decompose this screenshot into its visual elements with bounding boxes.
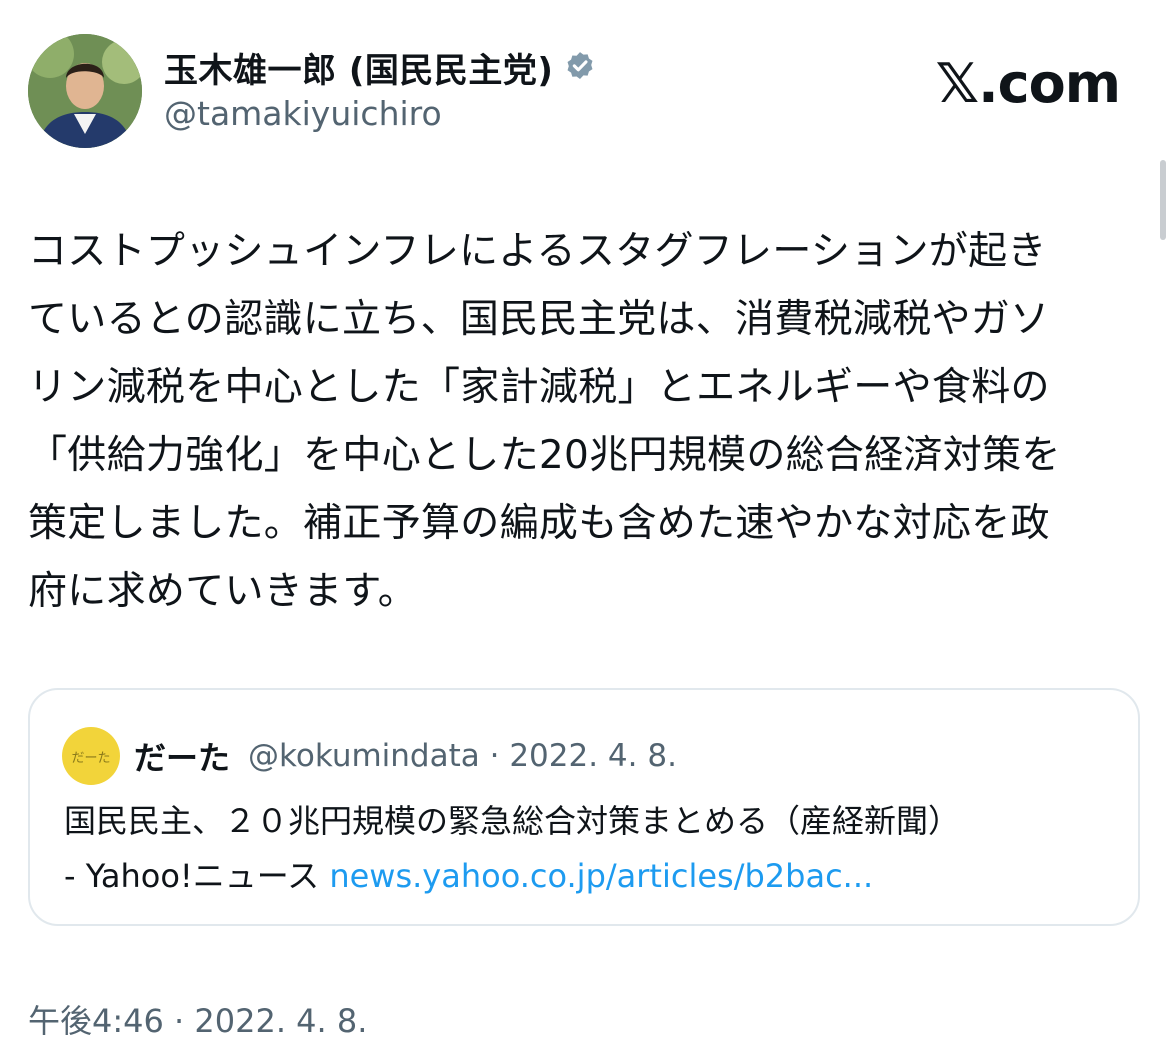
display-name-row: 玉木雄一郎 (国民民主党) — [164, 42, 597, 92]
avatar[interactable] — [28, 34, 142, 148]
quoted-news-link[interactable]: news.yahoo.co.jp/articles/b2bac... — [329, 857, 873, 895]
display-name[interactable]: 玉木雄一郎 (国民民主党) — [164, 43, 553, 92]
quoted-avatar: だーた — [62, 727, 120, 785]
verified-badge-icon — [563, 50, 597, 84]
quoted-display-name: だーた — [134, 739, 231, 777]
tweet-header: 玉木雄一郎 (国民民主党) @tamakiyuichiro 𝕏.com — [28, 34, 1138, 150]
quoted-avatar-label: だーた — [71, 750, 111, 766]
author-names: 玉木雄一郎 (国民民主党) @tamakiyuichiro — [164, 42, 597, 133]
scrollbar[interactable] — [1160, 160, 1166, 240]
author-handle[interactable]: @tamakiyuichiro — [164, 94, 597, 133]
quoted-text-prefix: - Yahoo!ニュース — [64, 857, 330, 895]
tweet-text: コストプッシュインフレによるスタグフレーションが起き ているとの認識に立ち、国民… — [28, 229, 1061, 614]
quoted-tweet-card[interactable]: だーた だーた @kokumindata · 2022. 4. 8. 国民民主、… — [28, 688, 1140, 926]
quoted-text-line1: 国民民主、２０兆円規模の緊急総合対策まとめる（産経新聞） — [64, 802, 961, 840]
quoted-tweet-text: 国民民主、２０兆円規模の緊急総合対策まとめる（産経新聞） - Yahoo!ニュー… — [64, 794, 1114, 904]
quoted-text-line2: - Yahoo!ニュース news.yahoo.co.jp/articles/b… — [64, 849, 1114, 904]
avatar-photo-icon — [28, 34, 142, 148]
tweet-timestamp[interactable]: 午後4:46 · 2022. 4. 8. — [28, 996, 367, 1042]
quoted-meta: @kokumindata · 2022. 4. 8. — [248, 738, 677, 774]
x-brand-logo: 𝕏.com — [935, 52, 1121, 115]
quoted-tweet-header: だーた だーた @kokumindata · 2022. 4. 8. — [62, 727, 677, 785]
